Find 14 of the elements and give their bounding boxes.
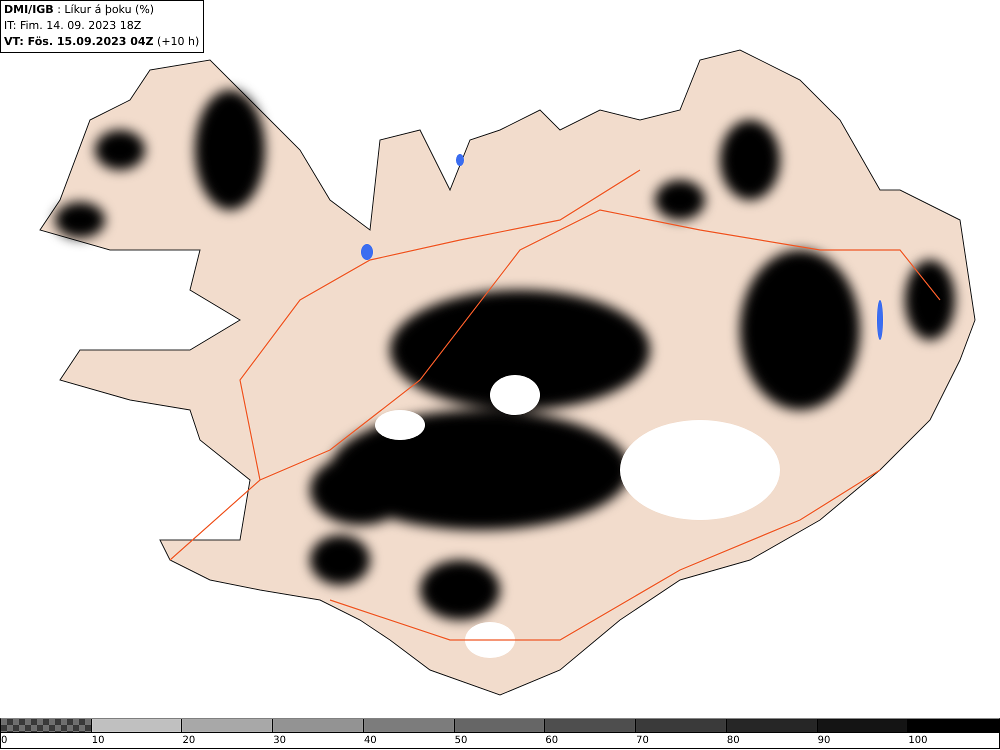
- legend-label: 70: [636, 734, 649, 748]
- legend-label: 90: [818, 734, 830, 748]
- valid-time: VT: Fös. 15.09.2023 04Z (+10 h): [4, 34, 200, 50]
- legend-label: 80: [726, 734, 740, 748]
- legend-label: 100: [908, 734, 928, 748]
- legend-label: 60: [545, 734, 558, 748]
- legend-label: 30: [273, 734, 286, 748]
- legend-label: 50: [454, 734, 468, 748]
- issue-time: IT: Fim. 14. 09. 2023 18Z: [4, 18, 142, 34]
- legend-label: 10: [92, 734, 104, 748]
- map-title: DMI/IGB : Líkur á þoku (%): [4, 2, 156, 18]
- legend-label: 20: [182, 734, 196, 748]
- legend-label: 40: [364, 734, 377, 748]
- legend-label: 0: [1, 734, 8, 748]
